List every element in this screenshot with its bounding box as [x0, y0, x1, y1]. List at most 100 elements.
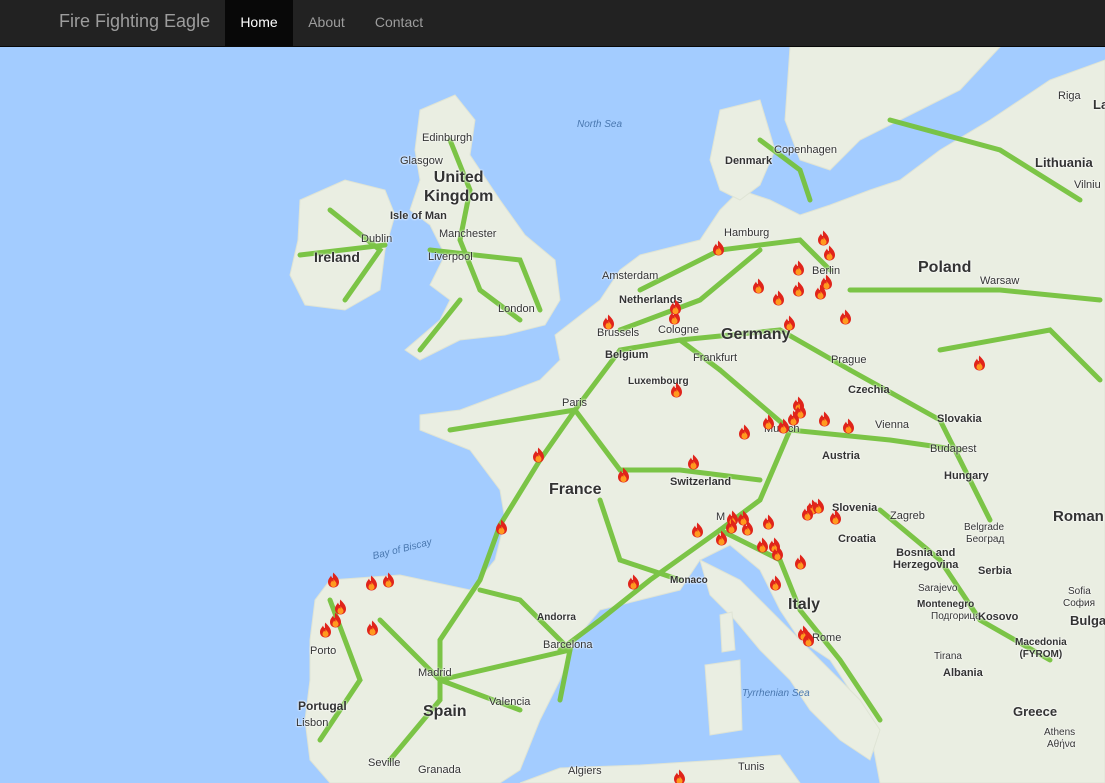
- fire-marker-icon[interactable]: [842, 418, 855, 434]
- label-paris: Paris: [562, 397, 588, 409]
- label-seville: Seville: [368, 757, 401, 769]
- fire-marker-icon[interactable]: [792, 260, 805, 276]
- fire-marker-icon[interactable]: [771, 545, 784, 561]
- fire-marker-icon[interactable]: [772, 290, 785, 306]
- fire-marker-icon[interactable]: [777, 418, 790, 434]
- label-denmark: Denmark: [725, 155, 773, 167]
- label-algiers: Algiers: [568, 765, 602, 777]
- brand-link[interactable]: Fire Fighting Eagle: [59, 11, 210, 31]
- top-navbar: Fire Fighting Eagle Home About Contact: [0, 0, 1105, 47]
- fire-marker-icon[interactable]: [365, 575, 378, 591]
- label-tirana: Tirana: [934, 651, 962, 662]
- label-athens-gr: Αθήνα: [1047, 739, 1076, 750]
- fire-marker-icon[interactable]: [366, 620, 379, 636]
- label-belgrade: Belgrade: [964, 522, 1005, 533]
- label-croatia: Croatia: [838, 533, 876, 545]
- label-slovakia: Slovakia: [937, 413, 982, 425]
- fire-marker-icon[interactable]: [769, 575, 782, 591]
- label-rome: Rome: [812, 632, 842, 644]
- fire-marker-icon[interactable]: [783, 315, 796, 331]
- fire-marker-icon[interactable]: [532, 447, 545, 463]
- fire-marker-icon[interactable]: [973, 355, 986, 371]
- fire-marker-icon[interactable]: [382, 572, 395, 588]
- fire-marker-icon[interactable]: [602, 314, 615, 330]
- fire-marker-icon[interactable]: [820, 274, 833, 290]
- label-germany: Germany: [721, 326, 791, 343]
- fire-marker-icon[interactable]: [802, 631, 815, 647]
- label-latvia: La: [1093, 97, 1105, 112]
- label-czechia: Czechia: [848, 384, 890, 396]
- label-podgorica: Подгорица: [931, 611, 981, 622]
- fire-marker-icon[interactable]: [829, 509, 842, 525]
- nav-contact-link[interactable]: Contact: [360, 0, 438, 46]
- fire-marker-icon[interactable]: [495, 519, 508, 535]
- label-granada: Granada: [418, 764, 461, 776]
- label-dublin: Dublin: [361, 233, 393, 245]
- label-milan: M: [716, 511, 726, 523]
- label-albania: Albania: [943, 667, 983, 679]
- fire-marker-icon[interactable]: [712, 240, 725, 256]
- label-riga: Riga: [1058, 90, 1081, 102]
- fire-marker-icon[interactable]: [818, 411, 831, 427]
- label-glasgow: Glasgow: [400, 155, 443, 167]
- fire-marker-icon[interactable]: [801, 505, 814, 521]
- label-kosovo: Kosovo: [978, 611, 1019, 623]
- label-switzerland: Switzerland: [670, 476, 732, 488]
- label-belgium: Belgium: [605, 349, 649, 361]
- fire-marker-icon[interactable]: [687, 454, 700, 470]
- label-barcelona: Barcelona: [543, 639, 593, 651]
- nav-home-link[interactable]: Home: [225, 0, 293, 46]
- label-belgrade-cyr: Београд: [966, 534, 1005, 545]
- label-valencia: Valencia: [489, 696, 531, 708]
- label-monaco: Monaco: [670, 575, 708, 586]
- label-sofia: Sofia: [1068, 586, 1091, 597]
- fire-marker-icon[interactable]: [617, 467, 630, 483]
- fire-marker-icon[interactable]: [691, 522, 704, 538]
- fire-marker-icon[interactable]: [738, 424, 751, 440]
- fire-marker-icon[interactable]: [762, 414, 775, 430]
- label-amsterdam: Amsterdam: [602, 270, 659, 282]
- label-liverpool: Liverpool: [428, 251, 473, 263]
- label-hungary: Hungary: [944, 470, 989, 482]
- fire-marker-icon[interactable]: [327, 572, 340, 588]
- label-budapest: Budapest: [930, 443, 977, 455]
- fire-marker-icon[interactable]: [839, 309, 852, 325]
- fire-marker-icon[interactable]: [817, 230, 830, 246]
- fire-marker-icon[interactable]: [673, 769, 686, 783]
- label-tunis: Tunis: [738, 761, 765, 773]
- fire-marker-icon[interactable]: [741, 520, 754, 536]
- label-porto: Porto: [310, 645, 337, 657]
- fire-marker-icon[interactable]: [669, 299, 682, 315]
- label-north-sea: North Sea: [577, 119, 623, 130]
- label-macedonia: Macedonia (FYROM): [1015, 637, 1067, 660]
- label-serbia: Serbia: [978, 565, 1012, 577]
- label-greece: Greece: [1013, 704, 1058, 719]
- label-cologne: Cologne: [658, 324, 699, 336]
- fire-marker-icon[interactable]: [319, 622, 332, 638]
- label-bulgaria: Bulga: [1070, 613, 1105, 628]
- label-isle-of-man: Isle of Man: [390, 210, 447, 222]
- label-andorra: Andorra: [537, 612, 576, 623]
- nav-about-link[interactable]: About: [293, 0, 360, 46]
- fire-marker-icon[interactable]: [627, 574, 640, 590]
- label-frankfurt: Frankfurt: [693, 352, 738, 364]
- fire-marker-icon[interactable]: [670, 382, 683, 398]
- label-portugal: Portugal: [298, 699, 347, 713]
- fire-map[interactable]: United Kingdom Ireland Isle of Man France…: [0, 47, 1105, 783]
- fire-marker-icon[interactable]: [752, 278, 765, 294]
- label-madrid: Madrid: [418, 667, 452, 679]
- label-austria: Austria: [822, 450, 860, 462]
- fire-marker-icon[interactable]: [715, 530, 728, 546]
- fire-marker-icon[interactable]: [794, 554, 807, 570]
- label-lisbon: Lisbon: [296, 717, 329, 729]
- label-edinburgh: Edinburgh: [422, 132, 473, 144]
- label-lithuania: Lithuania: [1035, 155, 1093, 170]
- fire-marker-icon[interactable]: [762, 514, 775, 530]
- fire-marker-icon[interactable]: [823, 245, 836, 261]
- fire-marker-icon[interactable]: [792, 281, 805, 297]
- label-montenegro: Montenegro: [917, 599, 975, 610]
- label-sarajevo: Sarajevo: [918, 583, 958, 594]
- label-prague: Prague: [831, 354, 867, 366]
- label-vilnius: Vilniu: [1074, 179, 1101, 191]
- label-bosnia: Bosnia and Herzegovina: [893, 547, 959, 571]
